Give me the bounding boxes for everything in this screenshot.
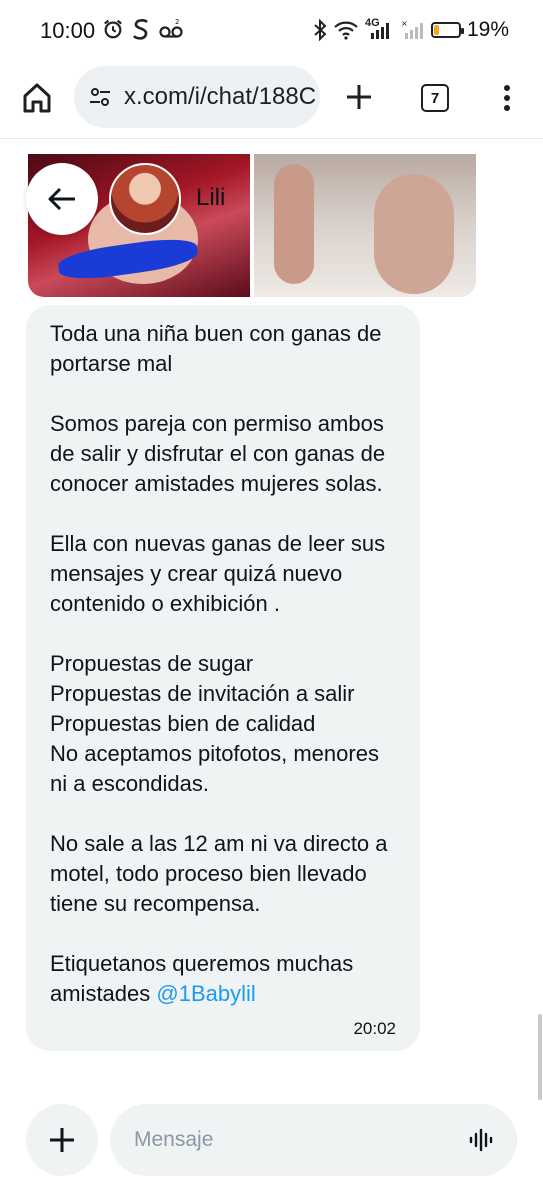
battery-percent: 19%: [466, 18, 509, 41]
back-button[interactable]: [26, 163, 98, 235]
browser-toolbar: x.com/i/chat/188C 7: [0, 62, 543, 139]
scrollbar[interactable]: [538, 1014, 542, 1100]
plus-icon: [50, 1128, 74, 1152]
battery-level: [433, 25, 439, 35]
media-image-right[interactable]: [254, 154, 476, 297]
message-composer: [0, 1100, 543, 1200]
status-bar: 10:00 2 4G × 19%: [0, 0, 543, 62]
home-icon[interactable]: [22, 82, 52, 114]
message-body: Toda una niña buen con ganas de portarse…: [50, 321, 388, 1006]
alarm-icon: [104, 19, 122, 39]
mention-link[interactable]: @1Babylil: [156, 981, 255, 1006]
message-text: Toda una niña buen con ganas de portarse…: [50, 319, 396, 1009]
voice-wave-icon[interactable]: [468, 1128, 494, 1152]
signal-icon: ×: [401, 19, 423, 39]
image-content: [374, 174, 454, 294]
message-time: 20:02: [353, 1019, 396, 1038]
battery-icon: [430, 22, 464, 38]
status-left-icons: 2: [102, 18, 184, 40]
url-text[interactable]: x.com/i/chat/188C: [124, 83, 318, 111]
svg-text:×: ×: [401, 19, 408, 28]
message-input[interactable]: [110, 1104, 517, 1176]
avatar[interactable]: [109, 163, 181, 235]
image-content: [274, 164, 314, 284]
voicemail-icon: 2: [159, 18, 183, 38]
contact-name[interactable]: Lili: [196, 184, 225, 212]
status-time: 10:00: [40, 18, 96, 43]
menu-dots-icon[interactable]: [495, 82, 519, 114]
signal-4g-icon: 4G: [365, 17, 395, 41]
svg-text:2: 2: [175, 18, 179, 26]
s-app-icon: [132, 19, 148, 40]
tune-icon[interactable]: [88, 85, 112, 109]
bluetooth-icon: [314, 19, 327, 41]
arrow-left-icon: [48, 187, 75, 211]
address-bar[interactable]: x.com/i/chat/188C: [74, 66, 320, 128]
plus-icon[interactable]: [344, 82, 374, 112]
status-right-icons: 4G × 19%: [313, 17, 509, 42]
chat-area: Lili Toda una niña buen con ganas de por…: [0, 139, 543, 1100]
message-bubble: Toda una niña buen con ganas de portarse…: [26, 305, 420, 1051]
wifi-icon: [334, 21, 358, 40]
add-attachment-button[interactable]: [26, 1104, 98, 1176]
tab-switcher-button[interactable]: 7: [421, 84, 449, 112]
